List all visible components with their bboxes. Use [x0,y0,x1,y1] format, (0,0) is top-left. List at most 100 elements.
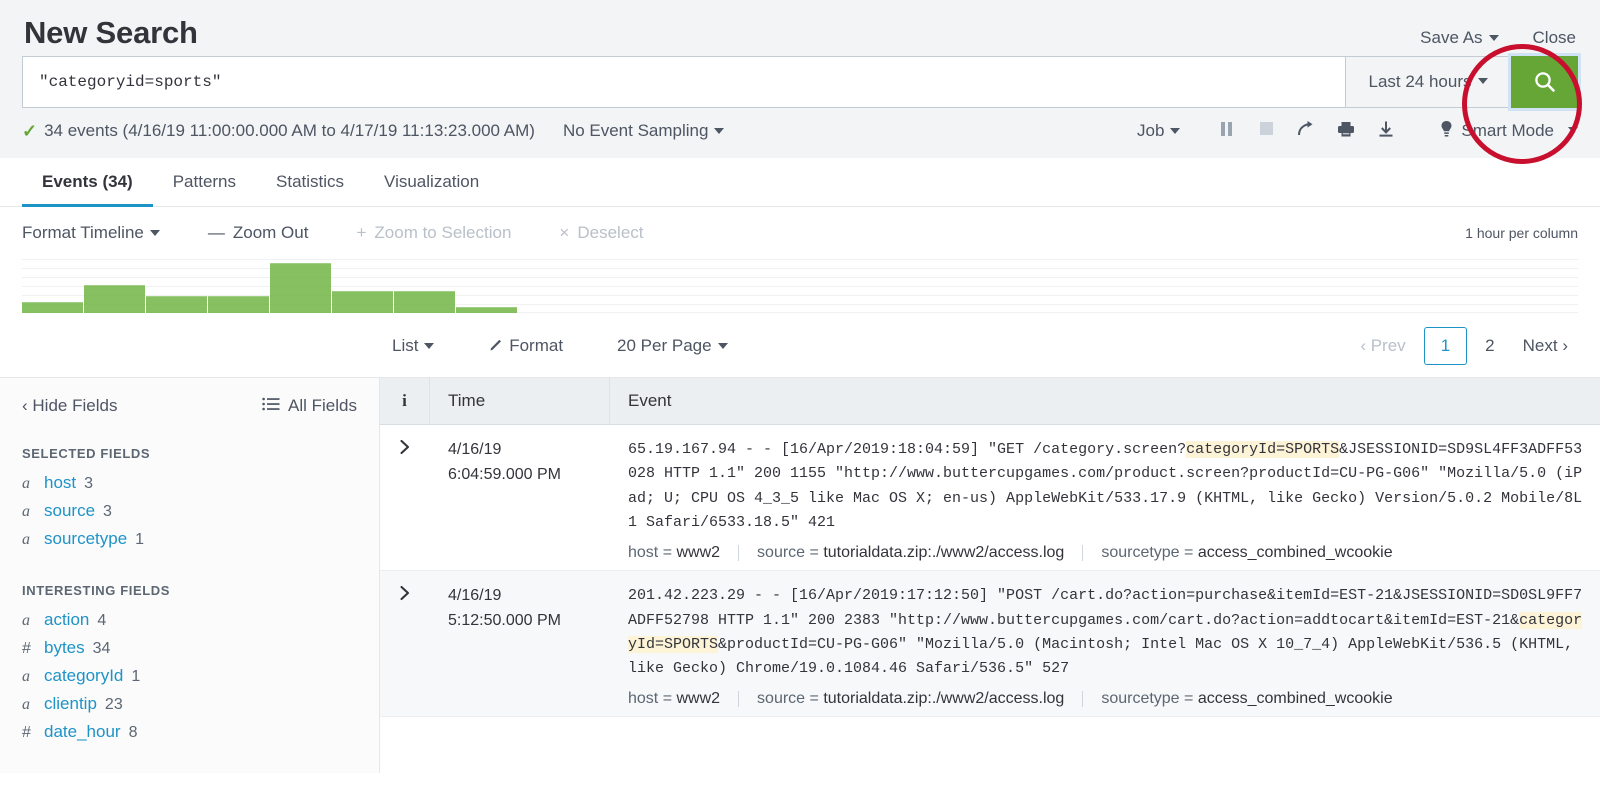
field-value: www2 [676,544,721,562]
field-count: 3 [103,503,112,521]
field-row[interactable]: # bytes 34 [22,634,357,662]
event-date: 4/16/19 [448,441,502,459]
hide-fields-label: Hide Fields [32,396,118,416]
zoom-out-button[interactable]: — Zoom Out [208,223,309,243]
save-as-label: Save As [1420,28,1483,47]
chevron-right-icon [399,439,411,570]
field-value: access_combined_wcookie [1197,544,1393,562]
field-count: 4 [97,612,107,630]
job-label: Job [1136,121,1165,141]
event-raw-text[interactable]: 65.19.167.94 - - [16/Apr/2019:18:04:59] … [628,438,1584,535]
job-dropdown[interactable]: Job [1136,121,1181,141]
print-button[interactable] [1326,118,1366,144]
share-button[interactable] [1286,118,1326,144]
field-row[interactable]: # date_hour 8 [22,718,357,746]
event-sampling-dropdown[interactable]: No Event Sampling [563,121,725,141]
hide-fields-button[interactable]: ‹ Hide Fields [22,396,117,416]
chart-bar[interactable] [456,307,517,314]
field-key: source = [757,690,824,708]
save-as-button[interactable]: Save As [1420,28,1499,48]
tab-statistics[interactable]: Statistics [256,158,364,207]
tab-patterns[interactable]: Patterns [153,158,256,207]
field-name: host [44,473,77,493]
field-count: 3 [84,475,94,493]
pause-button[interactable] [1206,118,1246,144]
deselect-button[interactable]: × Deselect [559,223,643,243]
column-header-time[interactable]: Time [430,378,610,425]
field-count: 1 [131,668,141,686]
field-type-icon: # [22,640,31,658]
field-value: tutorialdata.zip:./www2/access.log [823,690,1065,708]
format-label: Format [509,336,564,356]
expand-row-button[interactable] [380,571,430,716]
field-row[interactable]: a source 3 [22,497,357,525]
page-1-button[interactable]: 1 [1423,327,1468,366]
events-table: i Time Event 4/16/19 6:04:59.000 PM 65.1… [380,378,1600,773]
time-range-label: Last 24 hours [1368,72,1472,92]
chevron-down-icon [1477,78,1488,85]
chart-bar[interactable] [146,296,207,314]
chart-bar[interactable] [332,291,393,314]
event-field-sourcetype[interactable]: sourcetype = access_combined_wcookie [1101,690,1392,708]
search-mode-dropdown[interactable]: Smart Mode [1440,120,1578,143]
chart-bar[interactable] [394,291,455,314]
event-field-sourcetype[interactable]: sourcetype = access_combined_wcookie [1101,544,1392,562]
event-fields: host = www2 source = tutorialdata.zip:./… [628,544,1584,562]
field-type-icon: a [22,475,30,493]
expand-row-button[interactable] [380,425,430,570]
field-count: 8 [128,724,138,742]
time-range-picker[interactable]: Last 24 hours [1345,56,1511,109]
table-row: 4/16/19 6:04:59.000 PM 65.19.167.94 - - … [380,425,1600,572]
search-input-wrap[interactable] [22,56,1345,109]
field-row[interactable]: a clientip 23 [22,690,357,718]
print-icon [1336,120,1356,143]
event-timestamp: 4/16/19 5:12:50.000 PM [430,571,610,716]
results-body: ‹ Hide Fields All Fields SELECTED FIELDS… [0,377,1600,774]
chart-bars [22,255,1578,314]
format-timeline-dropdown[interactable]: Format Timeline [22,223,160,243]
timeline-histogram[interactable] [22,255,1578,314]
header-actions: Save As Close [1420,16,1576,48]
raw-prefix: 65.19.167.94 - - [16/Apr/2019:18:04:59] … [628,441,1187,459]
column-header-event[interactable]: Event [610,378,1600,424]
plus-icon: + [356,223,367,243]
export-button[interactable] [1366,118,1406,144]
field-row[interactable]: a action 4 [22,606,357,634]
chart-bar[interactable] [22,302,83,314]
field-row[interactable]: a sourcetype 1 [22,525,357,553]
format-button[interactable]: Format [488,336,563,356]
field-row[interactable]: a host 3 [22,469,357,497]
tab-events[interactable]: Events (34) [22,158,153,208]
deselect-label: Deselect [577,223,644,243]
interesting-fields-title: INTERESTING FIELDS [22,583,171,599]
pagination: ‹ Prev 1 2 Next › [1350,327,1578,366]
all-fields-button[interactable]: All Fields [262,396,357,416]
search-bar: Last 24 hours [0,56,1600,109]
search-button[interactable] [1511,56,1578,109]
chevron-down-icon [1170,127,1181,134]
per-page-dropdown[interactable]: 20 Per Page [617,336,728,356]
chart-bar[interactable] [208,296,269,314]
chart-bar[interactable] [84,285,145,314]
event-field-source[interactable]: source = tutorialdata.zip:./www2/access.… [757,544,1064,562]
event-body: 65.19.167.94 - - [16/Apr/2019:18:04:59] … [610,425,1600,570]
events-table-header: i Time Event [380,378,1600,426]
event-field-source[interactable]: source = tutorialdata.zip:./www2/access.… [757,690,1064,708]
page-2-button[interactable]: 2 [1475,332,1504,360]
chart-bar[interactable] [270,263,331,314]
next-page-button[interactable]: Next › [1513,332,1578,360]
close-button[interactable]: Close [1533,28,1576,48]
tab-visualization[interactable]: Visualization [364,158,499,207]
stop-button[interactable] [1246,118,1286,144]
events-summary-text: 34 events (4/16/19 11:00:00.000 AM to 4/… [44,121,535,141]
event-field-host[interactable]: host = www2 [628,544,720,562]
field-row[interactable]: a categoryId 1 [22,662,357,690]
zoom-to-selection-button[interactable]: + Zoom to Selection [356,223,511,243]
chevron-right-icon: › [1562,336,1568,356]
event-field-host[interactable]: host = www2 [628,690,720,708]
prev-page-button[interactable]: ‹ Prev [1350,332,1415,360]
list-view-dropdown[interactable]: List [392,336,435,356]
field-type-icon: a [22,531,30,549]
search-input[interactable] [37,72,1331,93]
event-raw-text[interactable]: 201.42.223.29 - - [16/Apr/2019:17:12:50]… [628,584,1584,681]
